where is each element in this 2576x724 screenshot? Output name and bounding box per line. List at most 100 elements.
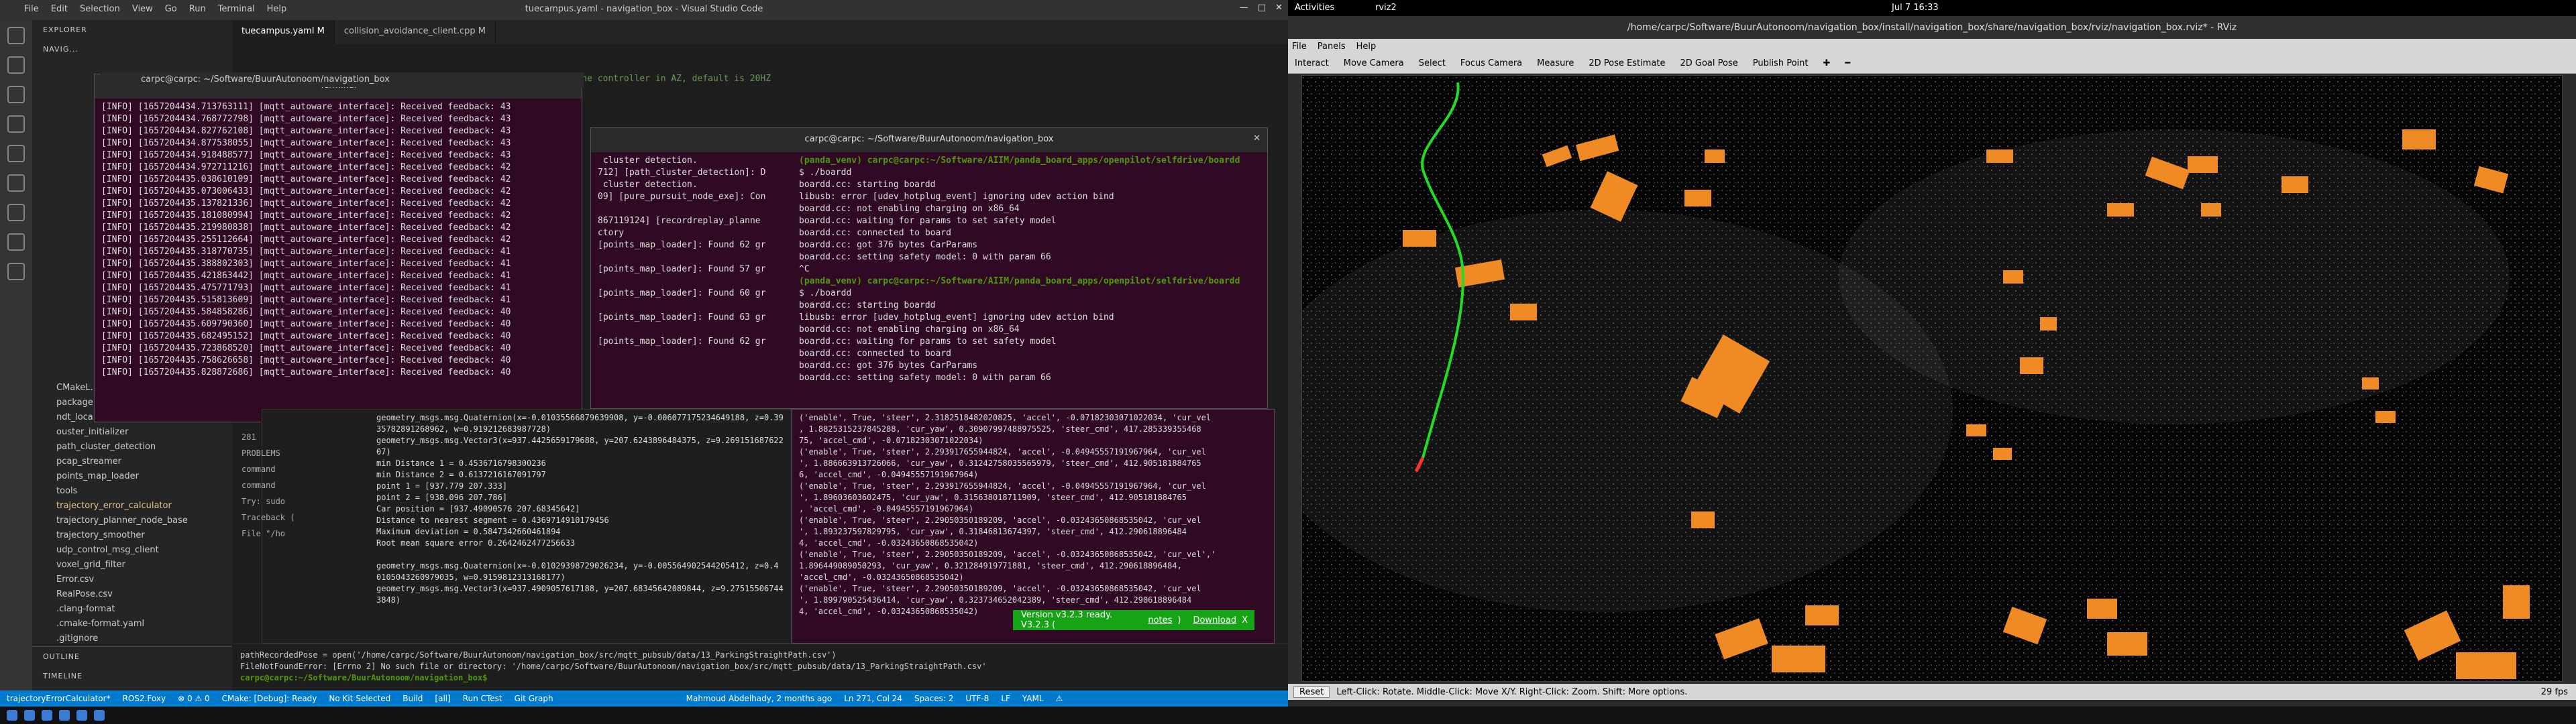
status-problems[interactable]: ⊗ 0 ⚠ 0 — [178, 694, 210, 703]
outline-section[interactable]: OUTLINE — [32, 646, 232, 666]
panel-label: Try: sudo — [241, 497, 286, 506]
explorer-item[interactable]: .cmake-format.yaml — [32, 617, 232, 631]
explorer-item[interactable]: trajectory_error_calculator — [32, 499, 232, 514]
explorer-item[interactable]: tools — [32, 484, 232, 499]
activities-button[interactable]: Activities — [1295, 3, 1334, 13]
explorer-item[interactable]: .clang-format — [32, 602, 232, 617]
explorer-item[interactable]: path_cluster_detection — [32, 440, 232, 455]
status-cursor[interactable]: Ln 271, Col 24 — [844, 694, 902, 703]
timeline-section[interactable]: TIMELINE — [32, 666, 232, 686]
remove-tool-icon[interactable]: ━ — [1845, 58, 1850, 68]
terminal-line: ('enable', True, 'steer', 2.293917655944… — [799, 447, 1206, 457]
explorer-item[interactable]: ouster_initializer — [32, 425, 232, 440]
terminal-line: [INFO] [1657204435.475771793] [mqtt_auto… — [101, 283, 511, 293]
panel-label: command — [241, 465, 276, 474]
explorer-item[interactable]: trajectory_planner_node_base — [32, 514, 232, 528]
minimize-icon[interactable]: — — [1240, 3, 1248, 13]
tab-collision-avoidance[interactable]: collision_avoidance_client.cpp M — [335, 20, 496, 44]
status-branch[interactable]: trajectoryErrorCalculator* — [7, 694, 111, 703]
ros-icon[interactable] — [7, 263, 25, 280]
tool-measure[interactable]: Measure — [1537, 58, 1574, 68]
terminal-line: 35782891268962, w=0.919212683987728) — [376, 424, 551, 434]
vscode-status-bar: trajectoryErrorCalculator* ROS2.Foxy ⊗ 0… — [0, 690, 1288, 707]
extensions-icon[interactable] — [7, 145, 25, 162]
terminal-steer-cmd[interactable]: ('enable', True, 'steer', 2.318251848202… — [792, 409, 1275, 644]
status-cmake[interactable]: CMake: [Debug]: Ready — [222, 694, 317, 703]
rviz-3d-viewport[interactable] — [1301, 75, 2563, 682]
notification-close-button[interactable]: X — [1242, 615, 1248, 625]
rviz-menu-panels[interactable]: Panels — [1318, 42, 1346, 52]
explorer-item[interactable]: .gitignore — [32, 631, 232, 646]
app-menu[interactable]: rviz2 — [1375, 3, 1397, 13]
status-target[interactable]: [all] — [435, 694, 450, 703]
explorer-item[interactable]: points_map_loader — [32, 469, 232, 484]
cmake-icon[interactable] — [7, 233, 25, 251]
terminal-output-right: (panda_venv) carpc@carpc:~/Software/AIIM… — [792, 152, 1246, 387]
status-git-graph[interactable]: Git Graph — [515, 694, 553, 703]
taskbar-app-icon[interactable] — [59, 710, 70, 721]
taskbar-app-icon[interactable] — [76, 710, 87, 721]
explorer-item[interactable]: RealPose.csv — [32, 587, 232, 602]
search-icon[interactable] — [7, 56, 25, 74]
taskbar-app-icon[interactable] — [7, 710, 17, 721]
tab-tuecampus-yaml[interactable]: tuecampus.yaml M — [232, 20, 335, 44]
terminal-line: point 2 = [938.096 207.786] — [376, 493, 508, 502]
download-link[interactable]: Download — [1193, 615, 1236, 625]
testing-icon[interactable] — [7, 204, 25, 221]
status-eol[interactable]: LF — [1001, 694, 1010, 703]
status-encoding[interactable]: UTF-8 — [965, 694, 989, 703]
terminal-line: 712] [path_cluster_detection]: D — [598, 168, 766, 178]
close-icon[interactable]: ✕ — [1275, 3, 1283, 13]
terminal-line: 75, 'accel_cmd', -0.07182303071022034) — [799, 436, 983, 445]
reset-button[interactable]: Reset — [1293, 686, 1330, 698]
explorer-item[interactable]: voxel_grid_filter — [32, 558, 232, 572]
status-ctest[interactable]: Run CTest — [463, 694, 502, 703]
terminal-line: Car position = [937.49090576 207.6834564… — [376, 504, 580, 514]
taskbar-app-icon[interactable] — [94, 710, 105, 721]
tool-2d-goal-pose[interactable]: 2D Goal Pose — [1680, 58, 1737, 68]
panel-label: 281 — [241, 432, 256, 442]
tool-2d-pose-estimate[interactable]: 2D Pose Estimate — [1589, 58, 1665, 68]
terminal-line: ('enable', True, 'steer', 2.318251848202… — [799, 413, 1212, 422]
explorer-item[interactable]: trajectory_smoother — [32, 528, 232, 543]
run-debug-icon[interactable] — [7, 115, 25, 133]
status-build[interactable]: Build — [402, 694, 423, 703]
status-indent[interactable]: Spaces: 2 — [914, 694, 953, 703]
tool-publish-point[interactable]: Publish Point — [1753, 58, 1809, 68]
explorer-icon[interactable] — [7, 27, 25, 44]
tool-focus-camera[interactable]: Focus Camera — [1460, 58, 1522, 68]
explorer-item[interactable]: Error.csv — [32, 572, 232, 587]
terminal-car-position[interactable]: geometry_msgs.msg.Quaternion(x=-0.010355… — [262, 409, 792, 644]
status-blame[interactable]: Mahmoud Abdelhady, 2 months ago — [686, 694, 833, 703]
explorer-item[interactable]: udp_control_msg_client — [32, 543, 232, 558]
status-ros[interactable]: ROS2.Foxy — [123, 694, 166, 703]
clock[interactable]: Jul 7 16:33 — [1892, 3, 1939, 13]
taskbar-app-icon[interactable] — [42, 710, 52, 721]
status-kit[interactable]: No Kit Selected — [329, 694, 390, 703]
taskbar-app-icon[interactable] — [24, 710, 35, 721]
terminal-error[interactable]: pathRecordedPose = open('/home/carpc/Sof… — [233, 644, 1288, 690]
tool-move-camera[interactable]: Move Camera — [1344, 58, 1404, 68]
terminal-line: boardd.cc: got 376 bytes CarParams — [799, 361, 978, 371]
explorer-section-title[interactable]: NAVIG... — [32, 40, 232, 59]
source-control-icon[interactable] — [7, 86, 25, 103]
terminal-line: boardd.cc: got 376 bytes CarParams — [799, 240, 978, 250]
tool-select[interactable]: Select — [1419, 58, 1446, 68]
remote-icon[interactable] — [7, 174, 25, 192]
status-warning[interactable]: ⚠ — [1056, 694, 1063, 703]
maximize-icon[interactable]: □ — [1258, 3, 1266, 13]
terminal-mqtt-feedback[interactable]: Terminal ✕ [INFO] [1657204434.713763111]… — [94, 74, 582, 422]
terminal-line: boardd.cc: not enabling charging on x86_… — [799, 324, 1020, 335]
tool-interact[interactable]: Interact — [1295, 58, 1329, 68]
terminal-boardd[interactable]: carpc@carpc: ~/Software/BuurAutonoom/nav… — [590, 127, 1268, 409]
terminal-line: carpc@carpc:~/Software/BuurAutonoom/navi… — [240, 673, 488, 682]
rviz-menu-help[interactable]: Help — [1356, 42, 1377, 52]
add-tool-icon[interactable]: ✚ — [1823, 58, 1830, 68]
rviz-menu-file[interactable]: File — [1292, 42, 1307, 52]
close-icon[interactable]: ✕ — [1253, 133, 1260, 143]
explorer-item[interactable]: pcap_streamer — [32, 455, 232, 469]
status-language[interactable]: YAML — [1022, 694, 1044, 703]
notes-link[interactable]: notes — [1148, 615, 1172, 625]
